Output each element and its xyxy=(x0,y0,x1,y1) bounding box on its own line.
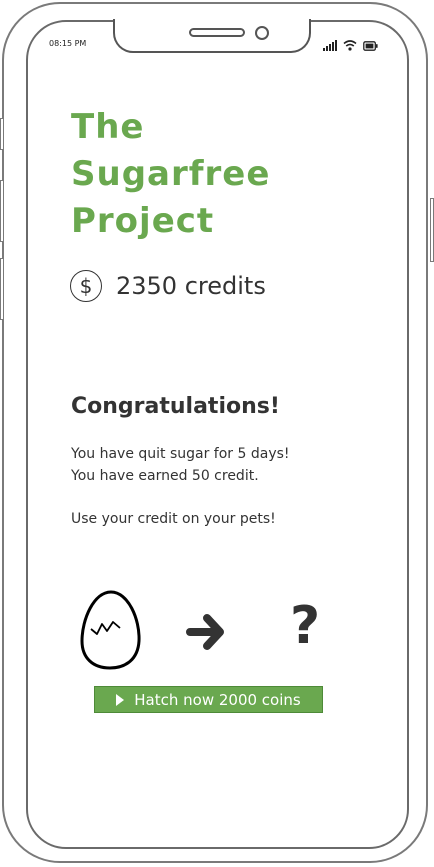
message-quit-days: You have quit sugar for 5 days! xyxy=(71,446,290,462)
app-title-line-2: Sugarfree xyxy=(71,154,271,194)
side-button-volume-up xyxy=(0,180,4,242)
side-button-power xyxy=(430,198,434,262)
app-title-line-1: The xyxy=(71,107,145,147)
play-icon xyxy=(116,693,125,706)
app-title: The Sugarfree Project xyxy=(71,104,371,245)
mystery-pet-icon: ? xyxy=(290,596,321,656)
status-time: 08:15 PM xyxy=(49,39,87,48)
congratulations-heading: Congratulations! xyxy=(71,394,280,419)
status-icons xyxy=(323,37,378,51)
app-title-line-3: Project xyxy=(71,201,215,241)
credits-balance: $ 2350 credits xyxy=(70,270,266,302)
wifi-icon xyxy=(343,40,357,51)
battery-icon xyxy=(363,41,378,51)
hatch-button-label: Hatch now 2000 coins xyxy=(134,690,301,709)
signal-icon xyxy=(323,39,337,51)
front-camera xyxy=(255,26,269,40)
cracked-egg-icon xyxy=(80,590,141,670)
credits-text: 2350 credits xyxy=(116,272,266,300)
arrow-right-icon xyxy=(186,614,224,650)
side-button-volume-down xyxy=(0,258,4,320)
speaker-grille xyxy=(189,28,245,37)
side-button-mute xyxy=(0,118,4,150)
message-earned-credit: You have earned 50 credit. xyxy=(71,468,259,484)
message-use-credit: Use your credit on your pets! xyxy=(71,511,276,527)
dollar-coin-icon: $ xyxy=(70,270,102,302)
hatch-now-button[interactable]: Hatch now 2000 coins xyxy=(94,686,323,713)
